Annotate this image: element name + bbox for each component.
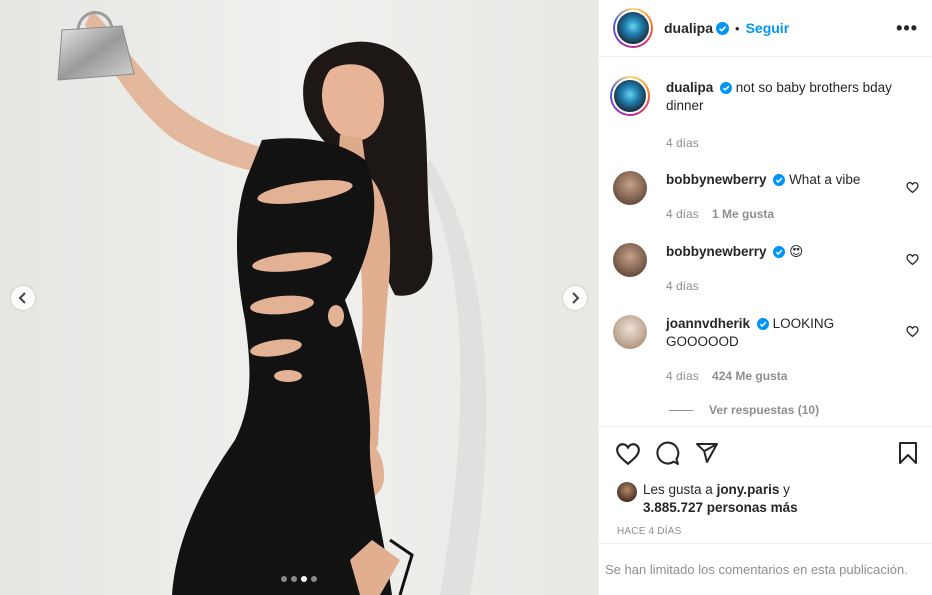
header-separator: • xyxy=(735,20,740,36)
post-media[interactable] xyxy=(0,0,598,595)
comment-time[interactable]: 4 días xyxy=(666,369,699,383)
like-comment-heart-icon[interactable] xyxy=(906,325,919,338)
commenter-username[interactable]: joannvdherik xyxy=(666,316,750,331)
commenter-username[interactable]: bobbynewberry xyxy=(666,244,767,259)
comment-meta: 4 días 424 Me gusta xyxy=(666,369,787,383)
caption-username[interactable]: dualipa xyxy=(666,80,713,95)
carousel-indicator xyxy=(281,576,317,582)
likes-summary: Les gusta a jony.paris y 3.885.727 perso… xyxy=(617,481,798,517)
author-username[interactable]: dualipa xyxy=(664,20,713,36)
comments-limited-text: Se han limitado los comentarios en esta … xyxy=(605,562,908,577)
like-comment-heart-icon[interactable] xyxy=(906,181,919,194)
comments-list: dualipa not so baby brothers bday dinner… xyxy=(599,58,932,426)
comment-meta: 4 días xyxy=(666,279,699,293)
likes-prefix: Les gusta a xyxy=(643,482,717,497)
comment-bubble-icon[interactable] xyxy=(655,441,680,466)
share-paper-plane-icon[interactable] xyxy=(695,441,719,465)
like-comment-heart-icon[interactable] xyxy=(906,253,919,266)
commenter-username[interactable]: bobbynewberry xyxy=(666,172,767,187)
view-replies-button[interactable]: Ver respuestas (10) xyxy=(669,403,819,417)
commenter-avatar[interactable] xyxy=(613,243,647,277)
post-viewer: dualipa • Seguir ••• dualipa not so baby… xyxy=(0,0,932,595)
comment-likes[interactable]: 1 Me gusta xyxy=(712,207,774,221)
post-header: dualipa • Seguir ••• xyxy=(599,0,932,57)
caption-avatar[interactable] xyxy=(610,76,650,116)
comment-text: What a vibe xyxy=(789,172,861,187)
author-avatar[interactable] xyxy=(613,8,653,48)
carousel-dot xyxy=(311,576,317,582)
comment-meta: 4 días 1 Me gusta xyxy=(666,207,774,221)
comment-time[interactable]: 4 días xyxy=(666,279,699,293)
carousel-dot xyxy=(281,576,287,582)
post-timestamp[interactable]: HACE 4 DÍAS xyxy=(617,526,681,537)
save-bookmark-icon[interactable] xyxy=(897,441,919,465)
comment-likes[interactable]: 424 Me gusta xyxy=(712,369,787,383)
carousel-dot xyxy=(291,576,297,582)
verified-badge-icon xyxy=(773,174,786,186)
chevron-left-icon xyxy=(18,292,26,304)
chevron-right-icon xyxy=(572,292,580,304)
comments-limited-notice: Se han limitado los comentarios en esta … xyxy=(599,543,932,595)
carousel-dot-active xyxy=(301,576,307,582)
replies-divider xyxy=(669,409,693,411)
view-replies-label: Ver respuestas (10) xyxy=(709,403,820,417)
liker-username[interactable]: jony.paris xyxy=(717,482,780,497)
post-sidebar: dualipa • Seguir ••• dualipa not so baby… xyxy=(598,0,932,595)
likes-count[interactable]: 3.885.727 personas más xyxy=(643,500,798,515)
commenter-avatar[interactable] xyxy=(613,171,647,205)
verified-badge-icon xyxy=(756,318,769,330)
caption-meta: 4 días xyxy=(666,136,699,150)
follow-button[interactable]: Seguir xyxy=(746,20,790,36)
previous-photo-button[interactable] xyxy=(11,286,35,310)
verified-badge-icon xyxy=(720,82,733,94)
post-photo xyxy=(0,0,598,595)
likes-suffix: y xyxy=(779,482,790,497)
verified-badge-icon xyxy=(716,21,730,35)
comment-text: 😍 xyxy=(789,244,804,259)
more-options-button[interactable]: ••• xyxy=(896,18,918,39)
next-photo-button[interactable] xyxy=(563,286,587,310)
post-actions: Les gusta a jony.paris y 3.885.727 perso… xyxy=(599,426,932,543)
like-heart-icon[interactable] xyxy=(615,441,641,467)
commenter-avatar[interactable] xyxy=(613,315,647,349)
verified-badge-icon xyxy=(773,246,786,258)
comment-time[interactable]: 4 días xyxy=(666,207,699,221)
liker-avatar[interactable] xyxy=(617,482,637,502)
caption-time[interactable]: 4 días xyxy=(666,136,699,150)
action-icons xyxy=(615,441,919,467)
